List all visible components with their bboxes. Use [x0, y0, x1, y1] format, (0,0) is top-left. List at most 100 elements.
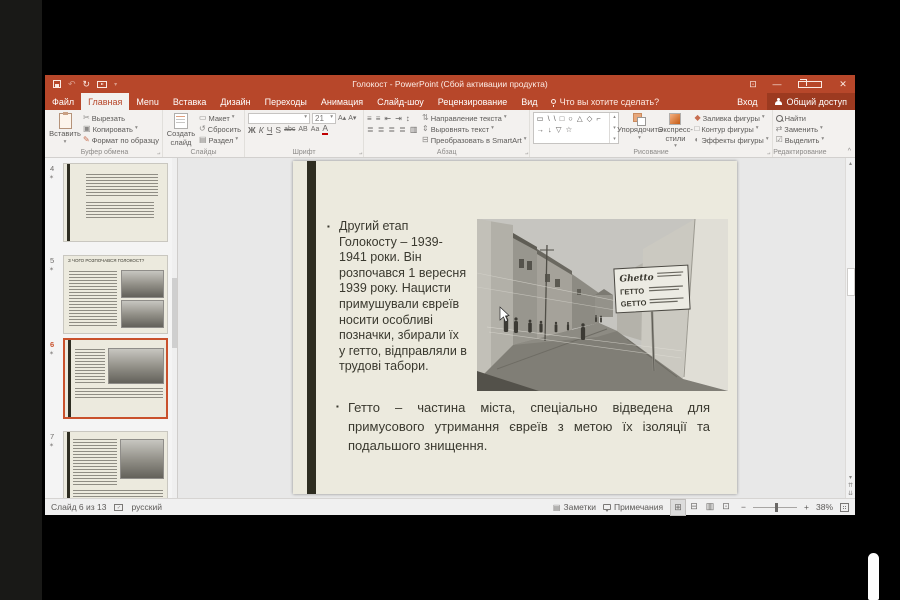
shape-diamond-icon[interactable]: ◇	[587, 114, 593, 123]
numbering-button[interactable]: ≡	[376, 114, 381, 123]
section-button[interactable]: ▤ Раздел ▾	[199, 135, 241, 145]
next-slide-icon[interactable]: ⇊	[848, 490, 853, 497]
shape-square-icon[interactable]: □	[560, 114, 565, 123]
tab-home[interactable]: Главная	[81, 93, 129, 110]
drawing-dialog-launcher-icon[interactable]: ⌐	[767, 150, 771, 156]
smartart-button[interactable]: ⊟ Преобразовать в SmartArt ▾	[422, 135, 526, 145]
shapes-gallery[interactable]: ▭ \ \ □ ○ △ ◇ ⌐ → ↓ ▽ ☆ ▴	[533, 112, 619, 144]
align-center-button[interactable]: ≣	[378, 125, 385, 134]
shape-fill-button[interactable]: ◆ Заливка фигуры ▾	[694, 113, 768, 123]
shape-outline-button[interactable]: □ Контур фигуры ▾	[694, 124, 768, 134]
replace-button[interactable]: ⇄ Заменить ▾	[776, 124, 825, 134]
change-case-button[interactable]: Аа	[311, 126, 320, 133]
previous-slide-icon[interactable]: ⇈	[848, 482, 853, 489]
clipboard-dialog-launcher-icon[interactable]: ⌐	[157, 150, 161, 156]
paste-button[interactable]: Вставить ▾	[50, 112, 80, 145]
paragraph-dialog-launcher-icon[interactable]: ⌐	[525, 150, 529, 156]
align-left-button[interactable]: ≣	[367, 125, 374, 134]
slide-sorter-view-button[interactable]: ⊟	[686, 499, 702, 516]
notes-toggle[interactable]: ▤ Заметки	[553, 502, 596, 512]
italic-button[interactable]: К	[259, 125, 264, 135]
layout-button[interactable]: ▭ Макет ▾	[199, 113, 241, 123]
comments-toggle[interactable]: Примечания	[603, 502, 663, 512]
columns-button[interactable]: ▥	[410, 125, 418, 134]
shape-effects-button[interactable]: ◐ Эффекты фигуры ▾	[694, 135, 768, 145]
text-direction-button[interactable]: ⇅ Направление текста ▾	[422, 113, 526, 123]
copy-button[interactable]: ▣ Копировать ▾	[83, 124, 159, 134]
start-slideshow-icon[interactable]	[97, 81, 107, 88]
tab-insert[interactable]: Вставка	[166, 93, 213, 110]
slide-text-block-2[interactable]: Гетто – частина міста, спеціально відвед…	[348, 398, 710, 455]
reading-view-button[interactable]: ▥	[702, 499, 718, 516]
tab-file[interactable]: Файл	[45, 93, 81, 110]
font-color-button[interactable]: А	[322, 124, 328, 135]
shape-triangle-down-icon[interactable]: ▽	[556, 125, 562, 134]
scroll-down-icon[interactable]: ▾	[849, 474, 852, 481]
slide-photo[interactable]: Ghetto ГЕТТО GETTO	[477, 219, 728, 391]
slideshow-view-button[interactable]: ⊡	[718, 499, 734, 516]
reset-button[interactable]: ↺ Сбросить	[199, 124, 241, 134]
save-icon[interactable]	[53, 80, 61, 88]
undo-icon[interactable]: ↶	[68, 79, 76, 90]
font-size-combo[interactable]: 21 ▾	[312, 113, 336, 124]
arrange-button[interactable]: Упорядочить ▾	[622, 112, 656, 141]
character-spacing-button[interactable]: АВ	[298, 126, 307, 133]
thumbnail-slide-7[interactable]	[63, 431, 168, 498]
shape-arrow-right-icon[interactable]: →	[536, 125, 544, 134]
tell-me-box[interactable]: Что вы хотите сделать?	[545, 93, 666, 110]
thumbnail-slide-4[interactable]	[63, 163, 168, 242]
zoom-slider[interactable]	[753, 507, 797, 508]
select-button[interactable]: ☑ Выделить ▾	[776, 135, 825, 145]
increase-indent-button[interactable]: ⇥	[395, 114, 402, 123]
language-indicator[interactable]: русский	[131, 502, 162, 512]
bullets-button[interactable]: ≡	[367, 114, 372, 123]
collapse-ribbon-icon[interactable]: ^	[848, 148, 851, 155]
tab-design[interactable]: Дизайн	[213, 93, 257, 110]
find-button[interactable]: Найти	[776, 113, 825, 123]
share-button[interactable]: Общий доступ	[767, 93, 855, 110]
strikethrough-button[interactable]: abc	[284, 126, 295, 133]
thumbnail-slide-6-selected[interactable]	[63, 338, 168, 419]
shape-triangle-icon[interactable]: △	[577, 114, 583, 123]
new-slide-button[interactable]: Создать слайд	[166, 112, 196, 147]
zoom-out-button[interactable]: −	[741, 502, 746, 512]
thumbnail-scrollbar[interactable]	[172, 158, 177, 498]
slide-accent-bar[interactable]	[307, 161, 316, 494]
shape-line-icon[interactable]: \	[548, 114, 550, 123]
zoom-in-button[interactable]: +	[804, 502, 809, 512]
ribbon-display-options-icon[interactable]: ⊡	[741, 75, 765, 93]
shapes-scroll-up-icon[interactable]: ▴	[613, 114, 616, 120]
bold-button[interactable]: Ж	[248, 125, 256, 135]
align-text-button[interactable]: ⇕ Выровнять текст ▾	[422, 124, 526, 134]
shape-rect-icon[interactable]: ▭	[536, 114, 543, 123]
underline-button[interactable]: Ч	[267, 125, 273, 135]
overlay-scroll-pill[interactable]	[868, 553, 879, 600]
spellcheck-icon[interactable]: ✓	[114, 504, 123, 511]
shrink-font-icon[interactable]: А▾	[348, 114, 356, 122]
zoom-slider-knob[interactable]	[775, 503, 778, 512]
tab-animations[interactable]: Анимация	[314, 93, 370, 110]
tab-review[interactable]: Рецензирование	[431, 93, 515, 110]
minimize-button[interactable]: —	[765, 75, 789, 93]
fit-to-window-button[interactable]	[840, 503, 849, 512]
shape-oval-icon[interactable]: ○	[568, 114, 573, 123]
font-dialog-launcher-icon[interactable]: ⌐	[359, 150, 363, 156]
shape-star-icon[interactable]: ☆	[566, 125, 573, 134]
tab-view[interactable]: Вид	[514, 93, 544, 110]
editor-scrollbar[interactable]: ▴ ▾ ⇈ ⇊	[845, 158, 855, 498]
restore-button[interactable]	[798, 81, 822, 88]
qat-customize-icon[interactable]: ▾	[114, 81, 117, 88]
tab-slideshow[interactable]: Слайд-шоу	[370, 93, 431, 110]
current-slide[interactable]: ▪ Другий етап Голокосту – 1939-1941 роки…	[293, 161, 737, 494]
shape-arrow-down-icon[interactable]: ↓	[548, 125, 552, 134]
scroll-up-icon[interactable]: ▴	[849, 160, 852, 167]
text-shadow-button[interactable]: S	[275, 125, 281, 135]
line-spacing-button[interactable]: ↕	[406, 114, 410, 123]
shape-elbow-icon[interactable]: ⌐	[596, 114, 600, 123]
zoom-level[interactable]: 38%	[816, 502, 833, 512]
justify-button[interactable]: ≣	[399, 125, 406, 134]
scrollbar-thumb[interactable]	[847, 268, 855, 296]
quick-styles-button[interactable]: Экспресс-стили ▾	[659, 112, 691, 150]
align-right-button[interactable]: ≣	[388, 125, 395, 134]
sign-in-button[interactable]: Вход	[728, 93, 766, 110]
